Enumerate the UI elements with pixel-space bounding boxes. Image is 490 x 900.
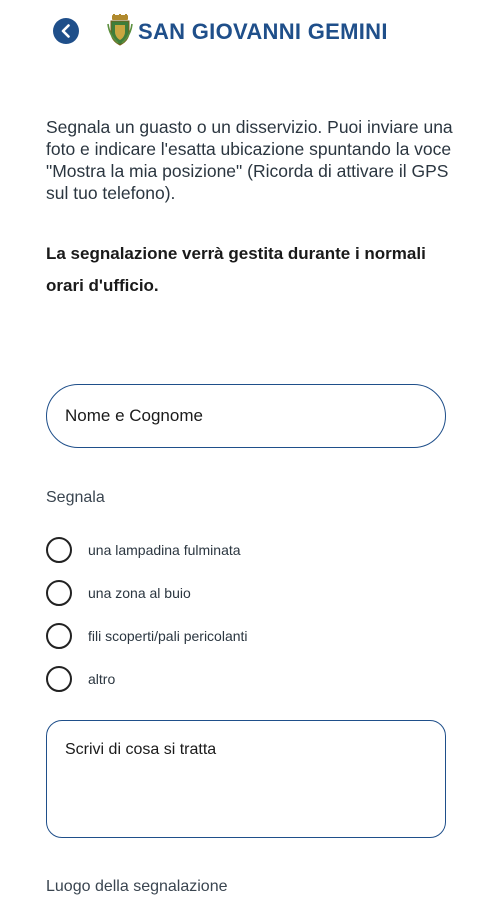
radio-option-zona-buio[interactable]: una zona al buio [46, 571, 446, 614]
intro-text: Segnala un guasto o un disservizio. Puoi… [46, 117, 453, 203]
radio-button[interactable] [46, 665, 72, 692]
app-title: SAN GIOVANNI GEMINI [138, 19, 388, 44]
radio-option-label: fili scoperti/pali pericolanti [88, 627, 248, 644]
radio-button[interactable] [46, 536, 72, 563]
radio-option-label: una zona al buio [88, 584, 191, 601]
app-header: SAN GIOVANNI GEMINI [0, 0, 490, 64]
radio-button[interactable] [46, 579, 72, 606]
radio-button[interactable] [46, 622, 72, 649]
issue-type-radio-group: una lampadina fulminata una zona al buio… [46, 528, 446, 700]
back-button[interactable] [53, 18, 79, 44]
office-hours-notice: La segnalazione verrà gestita durante i … [46, 244, 426, 295]
radio-option-label: una lampadina fulminata [88, 541, 241, 558]
radio-option-altro[interactable]: altro [46, 657, 446, 700]
name-field[interactable] [46, 384, 446, 448]
coat-of-arms-icon [107, 14, 133, 46]
radio-option-label: altro [88, 670, 116, 687]
description-field[interactable] [46, 720, 446, 838]
chevron-left-icon [61, 24, 70, 38]
radio-option-fili-scoperti[interactable]: fili scoperti/pali pericolanti [46, 614, 446, 657]
location-label: Luogo della segnalazione [46, 878, 228, 895]
radio-option-lampadina[interactable]: una lampadina fulminata [46, 528, 446, 571]
segnala-label: Segnala [46, 489, 105, 506]
